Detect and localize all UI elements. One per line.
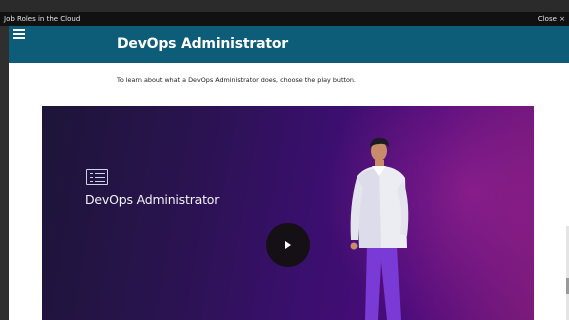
close-button[interactable]: Close × [538,15,565,23]
person-illustration [350,137,409,320]
instruction-text: To learn about what a DevOps Administrat… [117,76,356,84]
close-button-wrap: Close × [538,14,565,24]
window-title: Job Roles in the Cloud [4,15,81,23]
play-button[interactable] [266,223,310,267]
app-window: Job Roles in the Cloud Close × DevOps Ad… [0,0,569,320]
window-title-bar: Job Roles in the Cloud Close × [0,12,569,26]
hamburger-menu-icon[interactable] [13,28,25,39]
page-header: DevOps Administrator [9,26,569,63]
document-list-icon [86,169,108,185]
left-border [0,26,9,320]
page-title: DevOps Administrator [117,36,288,52]
play-icon [285,241,291,249]
top-strip [0,0,569,12]
video-title: DevOps Administrator [85,192,220,207]
video-player[interactable]: DevOps Administrator [42,106,534,320]
